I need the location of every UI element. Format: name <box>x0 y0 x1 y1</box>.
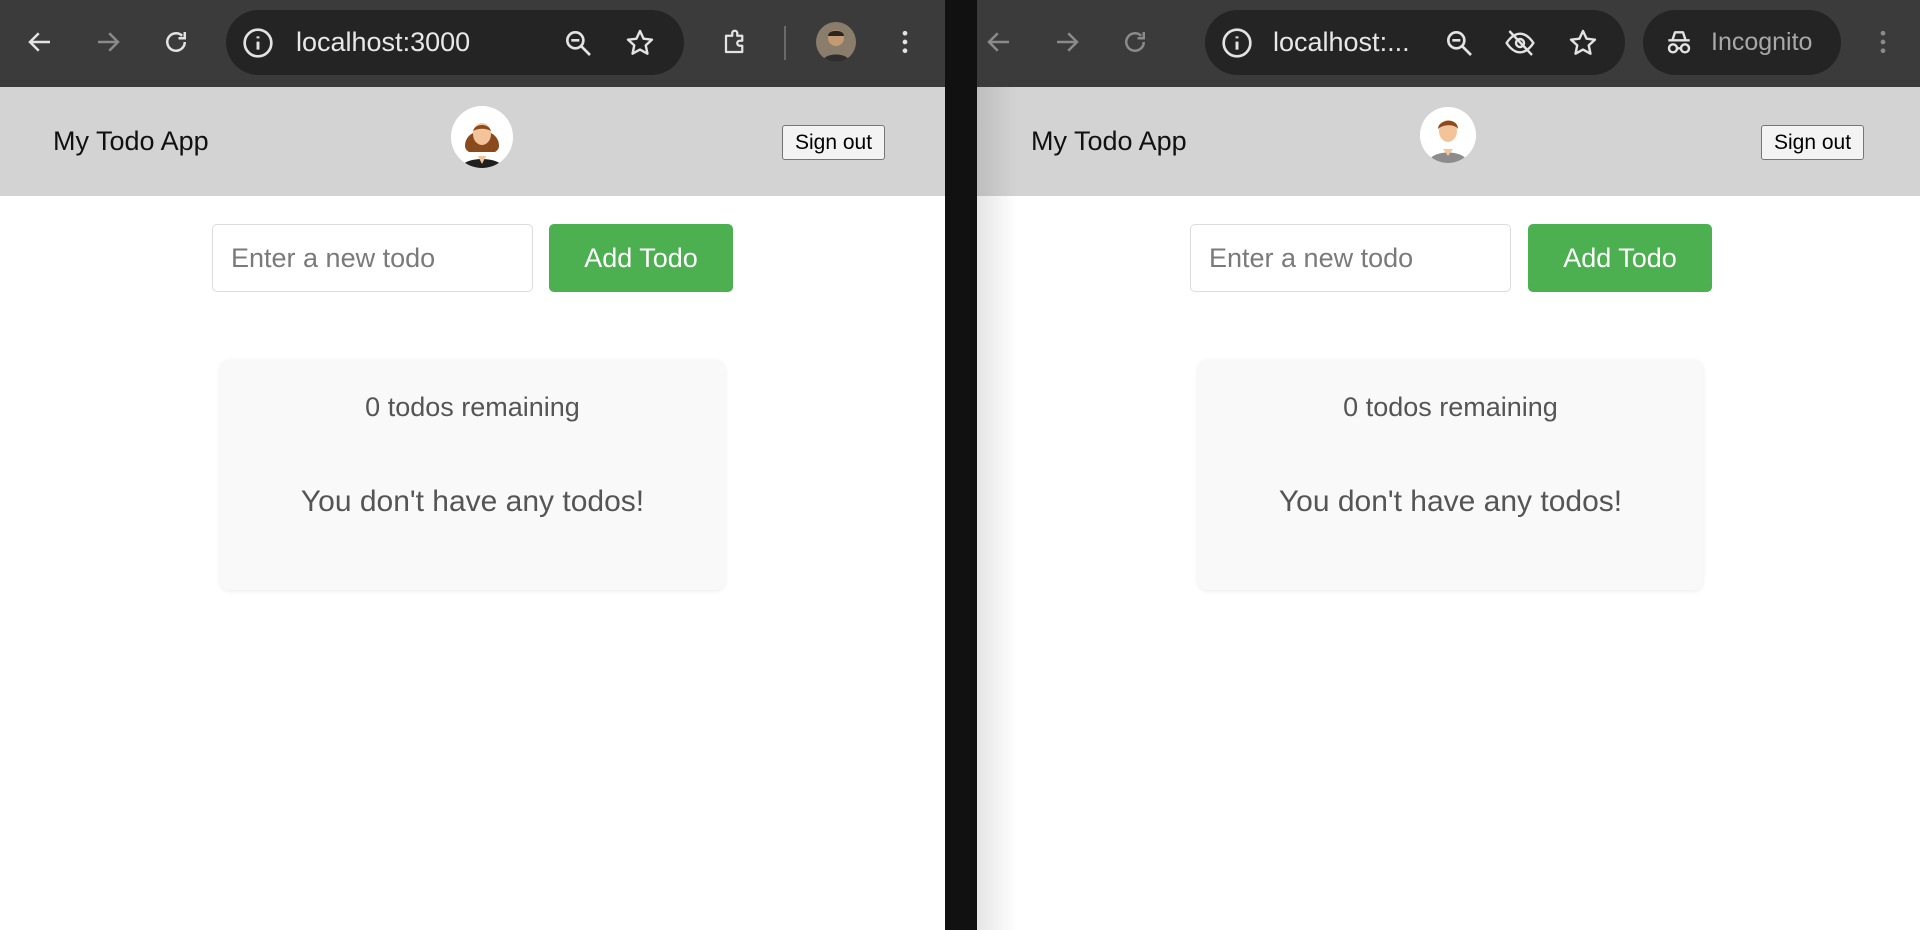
back-arrow-icon[interactable] <box>20 22 60 62</box>
window-divider <box>945 0 977 930</box>
browser-toolbar: localhost:3000 <box>0 0 945 87</box>
sign-out-button[interactable]: Sign out <box>782 125 886 160</box>
back-arrow-icon[interactable] <box>979 22 1019 62</box>
app-title: My Todo App <box>53 126 209 156</box>
todos-remaining-count: 0 todos remaining <box>365 392 580 422</box>
more-menu-icon[interactable] <box>1863 22 1903 62</box>
address-text[interactable]: localhost:... <box>1273 10 1410 75</box>
todo-list-card: 0 todos remaining You don't have any tod… <box>220 360 725 590</box>
incognito-indicator[interactable]: Incognito <box>1643 10 1841 75</box>
site-info-icon[interactable] <box>242 27 274 59</box>
site-info-icon[interactable] <box>1221 27 1253 59</box>
extensions-puzzle-icon[interactable] <box>716 22 756 62</box>
eye-slash-icon[interactable] <box>1504 27 1536 59</box>
todo-list-card: 0 todos remaining You don't have any tod… <box>1198 360 1703 590</box>
bookmark-star-icon[interactable] <box>1567 27 1599 59</box>
forward-arrow-icon[interactable] <box>88 22 128 62</box>
forward-arrow-icon[interactable] <box>1047 22 1087 62</box>
incognito-icon <box>1667 31 1691 54</box>
male-user-avatar-icon <box>1420 107 1476 163</box>
sign-out-button[interactable]: Sign out <box>1761 125 1865 160</box>
empty-state-message: You don't have any todos! <box>1278 485 1623 518</box>
incognito-label: Incognito <box>1711 28 1813 56</box>
empty-state-message: You don't have any todos! <box>300 485 645 518</box>
reload-icon[interactable] <box>156 22 196 62</box>
app-header: My Todo App Sign out <box>977 87 1920 196</box>
address-text[interactable]: localhost:3000 <box>296 10 470 75</box>
todos-remaining-count: 0 todos remaining <box>1343 392 1558 422</box>
zoom-icon[interactable] <box>562 27 594 59</box>
profile-avatar-icon[interactable] <box>816 22 856 62</box>
female-user-avatar-icon <box>451 106 513 168</box>
browser-toolbar: localhost:... Incognito <box>977 0 1920 87</box>
address-bar[interactable]: localhost:... <box>1205 10 1625 75</box>
new-todo-input[interactable] <box>1190 224 1511 292</box>
toolbar-separator <box>784 26 786 60</box>
add-todo-button[interactable]: Add Todo <box>1528 224 1712 292</box>
app-header: My Todo App Sign out <box>0 87 945 196</box>
zoom-icon[interactable] <box>1443 27 1475 59</box>
app-title: My Todo App <box>1031 126 1187 156</box>
browser-window-left: localhost:3000 My Todo App Sign out Ad <box>0 0 945 930</box>
bookmark-star-icon[interactable] <box>624 27 656 59</box>
more-menu-icon[interactable] <box>885 22 925 62</box>
browser-window-right: localhost:... Incognito My Todo App Sign… <box>977 0 1920 930</box>
address-bar[interactable]: localhost:3000 <box>226 10 684 75</box>
new-todo-input[interactable] <box>212 224 533 292</box>
reload-icon[interactable] <box>1115 22 1155 62</box>
add-todo-button[interactable]: Add Todo <box>549 224 733 292</box>
screen: localhost:3000 My Todo App Sign out Ad <box>0 0 1920 930</box>
